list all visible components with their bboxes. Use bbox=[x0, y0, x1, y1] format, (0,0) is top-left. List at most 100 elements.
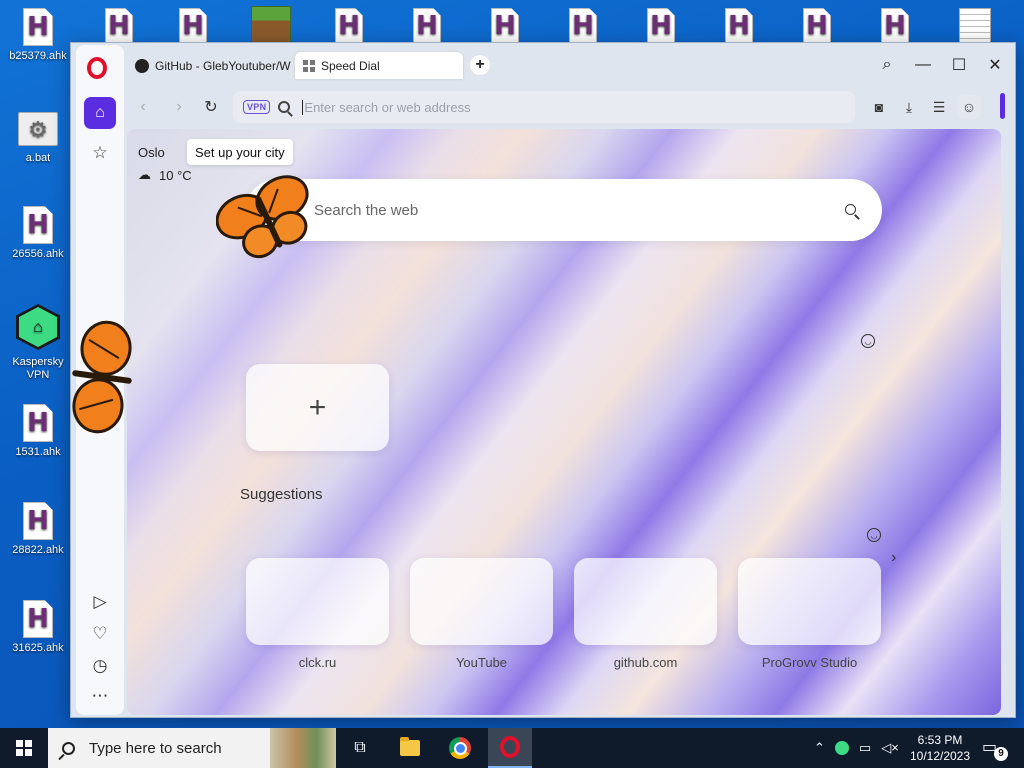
tab-github[interactable]: GitHub - GlebYoutuber/W bbox=[127, 52, 299, 79]
opera-browser-window: ⌂ ☆ ▷ ♡ ◷ ⋯ GitHub - GlebYoutuber/W Spee… bbox=[70, 42, 1016, 718]
desktop-icon-minecraft[interactable] bbox=[236, 6, 306, 46]
speed-dial-icon bbox=[303, 59, 315, 72]
tab-search-icon[interactable]: ⌕ bbox=[869, 51, 905, 79]
smiley-icon[interactable]: ◡ bbox=[861, 334, 875, 348]
ahk-file-icon: H bbox=[803, 8, 831, 44]
ahk-file-icon: H bbox=[413, 8, 441, 44]
suggestion-label[interactable]: clck.ru bbox=[246, 655, 389, 670]
ahk-file-icon: H bbox=[335, 8, 363, 44]
history-clock-icon[interactable]: ◷ bbox=[86, 654, 114, 678]
ahk-file-icon: H bbox=[23, 8, 53, 46]
ahk-file-icon: H bbox=[23, 206, 53, 244]
suggestion-tile[interactable] bbox=[738, 558, 881, 645]
desktop-icon-kaspersky-vpn[interactable]: ⌂ Kaspersky VPN bbox=[3, 304, 73, 382]
player-icon[interactable]: ▷ bbox=[86, 590, 114, 614]
account-icon[interactable]: ☺ bbox=[957, 95, 981, 119]
taskbar-search-placeholder: Type here to search bbox=[89, 739, 222, 757]
suggestion-label[interactable]: YouTube bbox=[410, 655, 553, 670]
tab-speed-dial[interactable]: Speed Dial bbox=[295, 52, 463, 79]
notification-count-badge: 9 bbox=[994, 747, 1008, 761]
chevron-up-icon[interactable]: ⌃ bbox=[814, 740, 825, 756]
ahk-file-icon: H bbox=[647, 8, 675, 44]
chevron-right-icon[interactable]: › bbox=[891, 549, 896, 567]
forward-button[interactable]: › bbox=[165, 93, 193, 121]
new-tab-button[interactable]: + bbox=[470, 55, 490, 75]
more-options-icon[interactable]: ⋯ bbox=[86, 684, 114, 708]
folder-icon bbox=[400, 737, 420, 756]
desktop-icon-ahk[interactable]: H 28822.ahk bbox=[3, 502, 73, 557]
cloud-icon: ☁ bbox=[138, 167, 151, 182]
butterfly-image[interactable] bbox=[216, 166, 320, 274]
desktop-icon-ahk[interactable]: H 31625.ahk bbox=[3, 600, 73, 655]
city-setup-tooltip[interactable]: Set up your city bbox=[187, 139, 293, 165]
downloads-icon[interactable]: ⤓ bbox=[897, 95, 921, 119]
suggestion-tile[interactable] bbox=[246, 558, 389, 645]
text-caret bbox=[302, 99, 304, 115]
kaspersky-vpn-icon: ⌂ bbox=[16, 304, 60, 350]
desktop-icon-label: b25379.ahk bbox=[9, 50, 67, 62]
city-name[interactable]: Oslo bbox=[138, 145, 165, 160]
suggestion-tile[interactable] bbox=[410, 558, 553, 645]
maximize-button[interactable]: ☐ bbox=[941, 51, 977, 79]
bookmarks-star-icon[interactable]: ☆ bbox=[86, 141, 114, 165]
address-input[interactable] bbox=[304, 99, 805, 115]
back-button[interactable]: ‹ bbox=[129, 93, 157, 121]
desktop-icon-ahk[interactable]: H 26556.ahk bbox=[3, 206, 73, 261]
add-site-tile[interactable]: + bbox=[246, 364, 389, 451]
search-highlight-image bbox=[270, 728, 336, 768]
search-icon[interactable] bbox=[845, 204, 856, 215]
reload-button[interactable]: ↻ bbox=[197, 93, 225, 121]
suggestion-label[interactable]: github.com bbox=[574, 655, 717, 670]
snapshot-camera-icon[interactable]: ◙ bbox=[867, 95, 891, 119]
chrome-button[interactable] bbox=[438, 728, 482, 768]
system-tray: ⌃ ▭ ◁× bbox=[814, 728, 899, 768]
desktop-icon-label: 26556.ahk bbox=[12, 248, 64, 260]
task-view-button[interactable]: ⧉ bbox=[338, 728, 382, 768]
vpn-badge[interactable]: VPN bbox=[243, 100, 271, 114]
ahk-file-icon: H bbox=[881, 8, 909, 44]
clock-time: 6:53 PM bbox=[917, 733, 963, 747]
easy-setup-icon[interactable]: ☰ bbox=[927, 95, 951, 119]
minecraft-block-icon bbox=[251, 6, 291, 46]
search-icon bbox=[62, 741, 75, 755]
close-window-button[interactable]: ✕ bbox=[977, 51, 1013, 79]
network-icon[interactable]: ▭ bbox=[859, 740, 871, 756]
plus-icon: + bbox=[308, 390, 327, 424]
favorites-heart-icon[interactable]: ♡ bbox=[86, 622, 114, 646]
start-button[interactable] bbox=[0, 728, 48, 768]
windows-logo-icon bbox=[16, 740, 32, 756]
desktop-icon-ahk[interactable]: H 1531.ahk bbox=[3, 404, 73, 459]
ahk-file-icon: H bbox=[105, 8, 133, 44]
web-search-placeholder: Search the web bbox=[314, 201, 419, 219]
opera-menu-icon[interactable] bbox=[87, 57, 107, 79]
taskbar-clock[interactable]: 6:53 PM 10/12/2023 bbox=[904, 732, 976, 764]
butterfly-image[interactable] bbox=[64, 318, 140, 436]
desktop-icon-ahk[interactable]: H b25379.ahk bbox=[3, 8, 73, 63]
desktop-icon-bat[interactable]: ⚙ a.bat bbox=[3, 112, 73, 165]
batch-file-icon: ⚙ bbox=[18, 112, 58, 146]
desktop-icon-label: a.bat bbox=[25, 152, 51, 164]
kaspersky-tray-icon[interactable] bbox=[834, 741, 849, 755]
suggestion-label[interactable]: ProGrovv Studio bbox=[738, 655, 881, 670]
toolbar: ‹ › ↻ VPN ◙ ⤓ ☰ ☺ bbox=[127, 89, 1015, 125]
tab-bar: GitHub - GlebYoutuber/W Speed Dial + ⌕ —… bbox=[71, 43, 1015, 86]
home-button[interactable]: ⌂ bbox=[84, 97, 116, 129]
tab-label: Speed Dial bbox=[321, 58, 380, 73]
opera-taskbar-button[interactable] bbox=[488, 728, 532, 768]
chrome-icon bbox=[449, 737, 471, 759]
file-explorer-button[interactable] bbox=[388, 728, 432, 768]
address-bar[interactable]: VPN bbox=[233, 91, 855, 123]
minimize-button[interactable]: — bbox=[905, 51, 941, 79]
taskbar-search-box[interactable]: Type here to search bbox=[48, 728, 336, 768]
notification-center-button[interactable]: ▭ 9 bbox=[982, 737, 1008, 761]
desktop-icon-label: 28822.ahk bbox=[12, 544, 64, 556]
desktop-icon-label: 31625.ahk bbox=[12, 642, 64, 654]
web-search-box[interactable]: Search the web bbox=[246, 179, 882, 241]
sidebar-toggle-indicator[interactable] bbox=[1000, 93, 1005, 119]
weather-widget[interactable]: ☁ 10 °C bbox=[138, 167, 192, 183]
ahk-file-icon: H bbox=[569, 8, 597, 44]
ahk-file-icon: H bbox=[23, 600, 53, 638]
volume-muted-icon[interactable]: ◁× bbox=[881, 740, 899, 756]
suggestion-tile[interactable] bbox=[574, 558, 717, 645]
suggestions-smiley-icon[interactable]: ◡ bbox=[867, 528, 881, 542]
